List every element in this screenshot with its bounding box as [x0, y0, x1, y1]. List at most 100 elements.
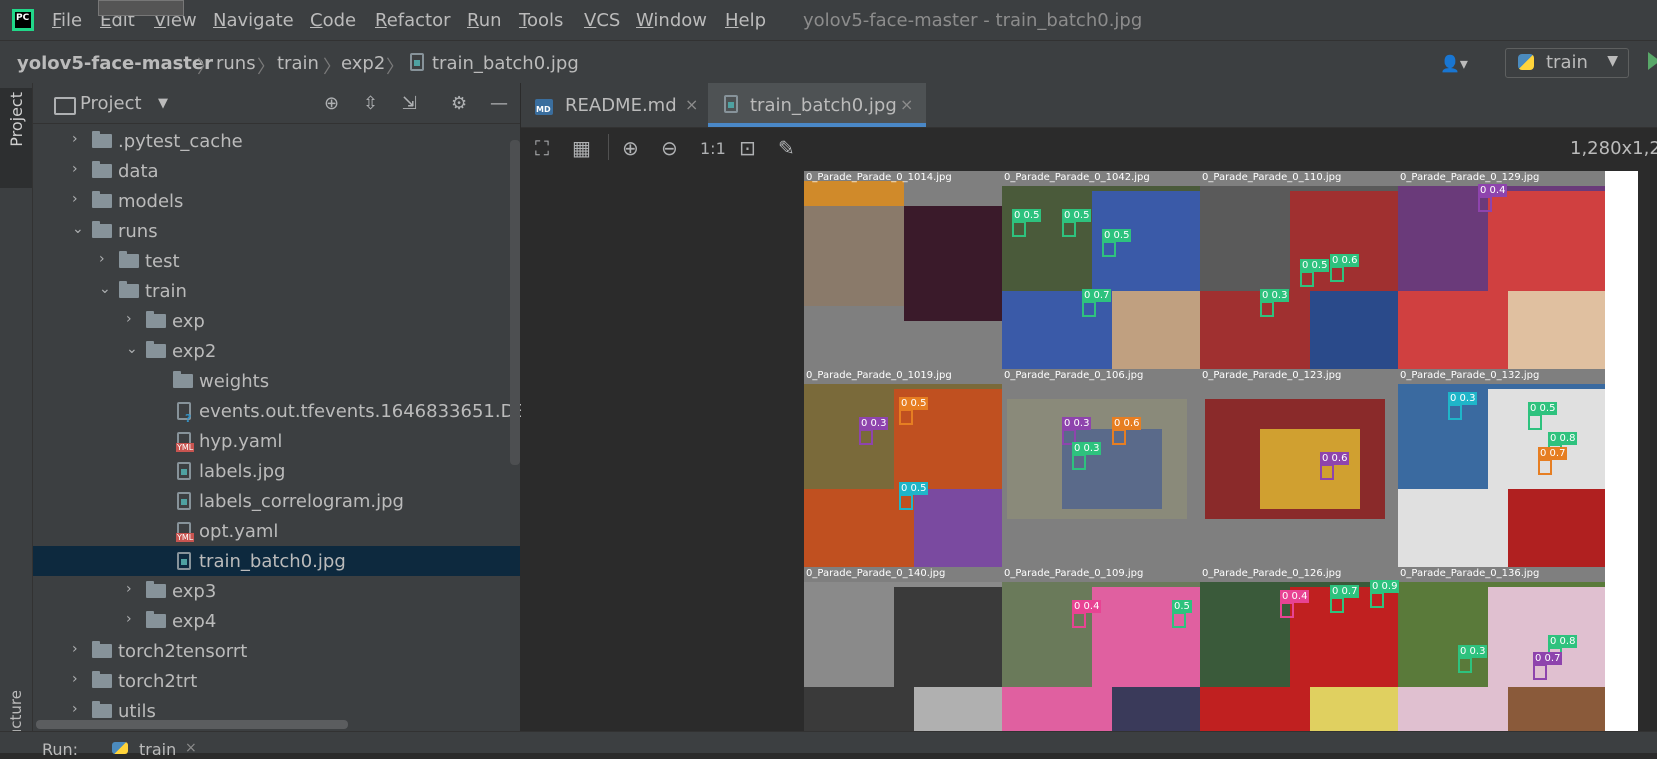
chevron-right-icon[interactable]: ›: [126, 611, 132, 627]
tree-item-label: utils: [118, 701, 156, 722]
tile-filename: 0_Parade_Parade_0_136.jpg: [1400, 568, 1540, 579]
chevron-right-icon[interactable]: ›: [72, 161, 78, 177]
breadcrumb-train[interactable]: train: [277, 53, 319, 74]
tree-row[interactable]: train_batch0.jpg: [33, 546, 520, 576]
detection-label: 0 0.5: [899, 482, 929, 495]
collapse-all-icon[interactable]: ⇲: [402, 93, 417, 114]
locate-icon[interactable]: ⊕: [324, 93, 339, 114]
chevron-down-icon[interactable]: ⌄: [72, 221, 84, 237]
train-batch-image[interactable]: 0_Parade_Parade_0_1014.jpg 0_Parade_Parad…: [804, 171, 1638, 731]
color-picker-icon[interactable]: ✎: [778, 136, 795, 160]
tree-row[interactable]: YML opt.yaml: [33, 516, 520, 546]
tree-row[interactable]: › torch2trt: [33, 666, 520, 696]
tile-filename: 0_Parade_Parade_0_132.jpg: [1400, 370, 1540, 381]
fit-zoom-icon[interactable]: ⊡: [739, 136, 756, 160]
tile-filename: 0_Parade_Parade_0_1019.jpg: [806, 370, 952, 381]
menu-code[interactable]: Code: [310, 10, 356, 31]
tree-row[interactable]: › models: [33, 186, 520, 216]
fit-icon[interactable]: ⛶: [535, 136, 549, 160]
tree-row[interactable]: ? events.out.tfevents.1646833651.DES: [33, 396, 537, 426]
tree-row[interactable]: labels.jpg: [33, 456, 520, 486]
close-icon[interactable]: ×: [185, 740, 197, 756]
grid-icon[interactable]: ▦: [572, 136, 591, 160]
tree-vertical-scrollbar[interactable]: [510, 140, 520, 465]
tree-row[interactable]: YML hyp.yaml: [33, 426, 520, 456]
tree-row[interactable]: › torch2tensorrt: [33, 636, 520, 666]
menu-window[interactable]: Window: [636, 10, 707, 31]
project-tool-tab-label[interactable]: Project: [7, 92, 26, 147]
menu-vcs[interactable]: VCS: [584, 10, 620, 31]
close-icon[interactable]: ×: [685, 95, 698, 114]
folder-icon: [92, 191, 112, 208]
tree-row[interactable]: labels_correlogram.jpg: [33, 486, 520, 516]
breadcrumb-exp2[interactable]: exp2: [341, 53, 385, 74]
tree-row[interactable]: › data: [33, 156, 520, 186]
close-icon[interactable]: ×: [900, 95, 913, 114]
tree-horizontal-scrollbar[interactable]: [36, 720, 348, 729]
chevron-down-icon[interactable]: ⌄: [99, 281, 111, 297]
tree-row[interactable]: › exp3: [33, 576, 520, 606]
tab-readme[interactable]: MD README.md ×: [531, 83, 707, 127]
expand-all-icon[interactable]: ⇳: [363, 93, 378, 114]
menu-run[interactable]: Run: [467, 10, 502, 31]
run-tab-train[interactable]: train: [139, 740, 176, 759]
image-size-readout: 1,280x1,280: [1570, 138, 1657, 159]
photo-region: [1508, 489, 1605, 576]
breadcrumb-project[interactable]: yolov5-face-master: [17, 53, 213, 74]
chevron-right-icon[interactable]: ›: [99, 251, 105, 267]
bottom-tool-bar: [0, 731, 1657, 753]
project-panel-title[interactable]: Project: [80, 93, 142, 114]
tab-train-batch0[interactable]: train_batch0.jpg ×: [708, 83, 926, 127]
face-bounding-box: 0 0.7: [1330, 585, 1360, 613]
zoom-out-icon[interactable]: ⊖: [661, 136, 678, 160]
menu-help[interactable]: Help: [725, 10, 766, 31]
yaml-file-icon: YML: [176, 432, 195, 452]
photo-region: [1508, 291, 1605, 378]
menu-navigate[interactable]: Navigate: [213, 10, 294, 31]
chevron-right-icon[interactable]: ›: [72, 641, 78, 657]
tree-row[interactable]: › test: [33, 246, 520, 276]
chevron-right-icon[interactable]: ›: [72, 131, 78, 147]
tree-row[interactable]: › exp: [33, 306, 520, 336]
face-bounding-box: 0 0.9: [1370, 580, 1400, 608]
tab-readme-label: README.md: [565, 95, 677, 116]
run-config-selector[interactable]: train ▼: [1505, 48, 1629, 78]
image-tile: 0_Parade_Parade_0_1014.jpg: [804, 171, 1011, 378]
chevron-right-icon[interactable]: ›: [72, 191, 78, 207]
hide-icon[interactable]: —: [490, 93, 508, 114]
folder-icon: [92, 671, 112, 688]
tree-row[interactable]: › .pytest_cache: [33, 126, 520, 156]
photo-region: [804, 206, 904, 306]
breadcrumb-file[interactable]: train_batch0.jpg: [432, 53, 579, 74]
image-file-icon: [177, 462, 191, 480]
photo-region: [1002, 687, 1112, 731]
run-panel-label: Run:: [42, 740, 79, 759]
menu-file[interactable]: File: [52, 10, 82, 31]
tree-row[interactable]: weights: [33, 366, 520, 396]
project-view-icon: [54, 97, 76, 115]
chevron-right-icon[interactable]: ›: [126, 581, 132, 597]
face-bounding-box: 0 0.3: [1260, 289, 1290, 317]
tree-row[interactable]: ⌄ train: [33, 276, 520, 306]
face-bounding-box: 0 0.5: [1528, 402, 1558, 430]
chevron-down-icon[interactable]: ▼: [158, 96, 168, 111]
detection-label: 0 0.5: [1300, 259, 1330, 272]
zoom-in-icon[interactable]: ⊕: [622, 136, 639, 160]
menu-tools[interactable]: Tools: [519, 10, 563, 31]
tree-row[interactable]: ⌄ exp2: [33, 336, 520, 366]
chevron-right-icon[interactable]: ›: [126, 311, 132, 327]
tree-row[interactable]: ⌄ runs: [33, 216, 520, 246]
chevron-right-icon[interactable]: ›: [72, 671, 78, 687]
chevron-down-icon[interactable]: ⌄: [126, 341, 138, 357]
user-icon[interactable]: 👤▾: [1440, 54, 1468, 73]
menu-refactor[interactable]: Refactor: [375, 10, 451, 31]
actual-size-icon[interactable]: 1:1: [700, 139, 726, 158]
chevron-right-icon[interactable]: ›: [72, 701, 78, 717]
photo-region: [1398, 489, 1508, 576]
face-bounding-box: 0 0.3: [1448, 392, 1478, 420]
run-icon[interactable]: [1648, 52, 1657, 70]
tree-row[interactable]: › exp4: [33, 606, 520, 636]
breadcrumb-runs[interactable]: runs: [216, 53, 256, 74]
settings-icon[interactable]: ⚙: [451, 93, 467, 114]
photo-region: [1310, 291, 1407, 378]
